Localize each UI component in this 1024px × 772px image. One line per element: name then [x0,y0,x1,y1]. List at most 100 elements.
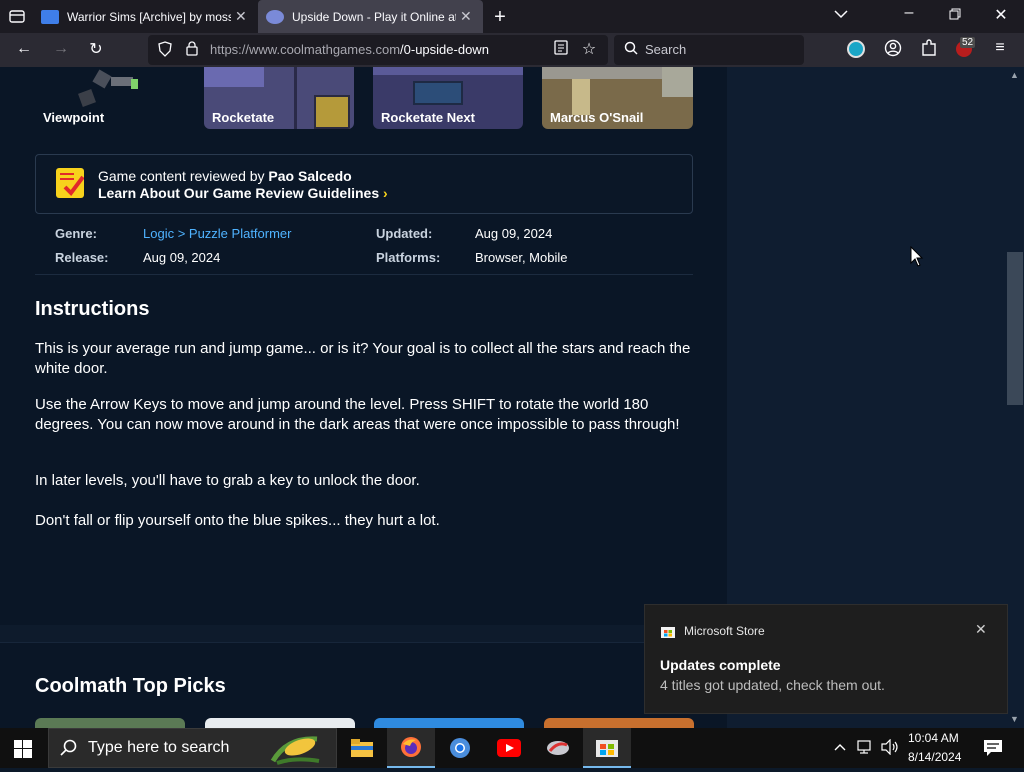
game-info-column: Viewpoint Rocketate Rocketate Next Marcu… [0,67,727,625]
platforms-label: Platforms: [376,250,441,265]
updated-label: Updated: [376,226,433,241]
thumb-art [413,81,463,105]
clock-date[interactable]: 8/14/2024 [908,750,961,764]
genre-link[interactable]: Logic > Puzzle Platformer [143,226,291,241]
microsoft-store-icon [596,740,618,757]
thumb-art [314,95,350,129]
hamburger-menu-icon[interactable]: ≡ [989,39,1011,57]
coolmath-favicon-icon [266,9,284,24]
scroll-up-arrow-icon[interactable]: ▲ [1010,70,1019,80]
instructions-paragraph: Use the Arrow Keys to move and jump arou… [35,396,680,433]
game-title: Rocketate [212,110,275,125]
genre-label: Genre: [55,226,97,241]
vpn-extension-icon[interactable] [847,40,865,58]
mouse-cursor-icon [910,246,924,267]
top-picks-section: Coolmath Top Picks [0,642,727,728]
scrollbar-thumb[interactable] [1007,252,1023,405]
tab-close-icon[interactable]: ✕ [235,8,247,25]
release-value: Aug 09, 2024 [143,250,221,265]
reader-view-icon[interactable] [550,40,572,60]
top-pick-card[interactable] [205,718,355,728]
top-pick-card[interactable] [35,718,185,728]
taskbar-firefox[interactable] [387,728,435,768]
url-path: /0-upside-down [400,42,489,57]
back-icon[interactable]: ← [13,40,35,58]
chevron-right-icon: › [383,185,388,201]
game-title: Marcus O'Snail [550,110,644,125]
game-card-viewpoint[interactable]: Viewpoint [35,67,185,129]
release-label: Release: [55,250,109,265]
list-all-tabs-chevron-icon[interactable] [830,6,852,24]
taskbar-app-game[interactable] [534,728,582,768]
reviewer-name[interactable]: Pao Salcedo [268,168,351,184]
tab-title: Warrior Sims [Archive] by moss [67,9,231,24]
account-icon[interactable] [882,39,904,62]
instructions-paragraph: In later levels, you'll have to grab a k… [35,472,420,489]
thumb-art [662,67,693,97]
chrome-icon [450,738,470,758]
top-pick-card[interactable] [544,718,694,728]
thumb-art [294,67,297,129]
taskbar-chrome[interactable] [436,728,484,768]
minimize-icon[interactable]: – [898,4,920,22]
search-icon [624,41,638,58]
review-checklist-icon [56,168,85,198]
url-text[interactable]: https://www.coolmathgames.com/0-upside-d… [210,42,489,57]
game-card-rocketate-next[interactable]: Rocketate Next [373,67,523,129]
reviewed-by-prefix: Game content reviewed by [98,168,269,184]
search-box[interactable]: Search [614,35,804,65]
store-notification[interactable]: Microsoft Store ✕ Updates complete 4 tit… [644,604,1008,714]
game-title: Viewpoint [43,110,105,125]
tracking-shield-icon[interactable] [154,41,176,62]
notification-title: Updates complete [660,657,781,673]
game-title: Rocketate Next [381,110,475,125]
forum-favicon-icon [41,9,59,24]
tab-close-icon[interactable]: ✕ [460,8,472,25]
viewpoint-art-icon [78,69,138,107]
review-guidelines-link[interactable]: Learn About Our Game Review Guidelines › [98,185,388,201]
thumb-art [204,67,264,87]
scroll-down-arrow-icon[interactable]: ▼ [1010,714,1019,724]
tab-warrior-sims[interactable]: Warrior Sims [Archive] by moss ✕ [33,0,257,33]
tab-list-icon[interactable] [6,8,28,29]
reviewed-by-text: Game content reviewed by Pao Salcedo [98,168,352,184]
top-pick-card[interactable] [374,718,524,728]
taskbar-search[interactable]: Type here to search [48,728,337,768]
divider [35,274,693,275]
volume-icon[interactable] [880,738,900,760]
extensions-puzzle-icon[interactable] [918,39,940,62]
notification-body: 4 titles got updated, check them out. [660,677,885,693]
review-guidelines-label: Learn About Our Game Review Guidelines [98,185,380,201]
new-tab-icon[interactable]: + [489,6,511,29]
folder-icon [351,739,373,757]
restore-icon[interactable] [944,7,966,25]
updated-value: Aug 09, 2024 [475,226,553,241]
firefox-icon [401,737,421,757]
taskbar-search-placeholder: Type here to search [88,739,230,756]
taskbar-youtube[interactable] [485,728,533,768]
show-hidden-icons-chevron-icon[interactable] [834,740,846,754]
content-review-box: Game content reviewed by Pao Salcedo Lea… [35,154,693,214]
game-card-rocketate[interactable]: Rocketate [204,67,354,129]
game-card-marcus-osnail[interactable]: Marcus O'Snail [542,67,693,129]
notification-app-name: Microsoft Store [684,624,765,638]
microsoft-store-icon [661,624,675,638]
tab-upside-down[interactable]: Upside Down - Play it Online at ✕ [258,0,483,33]
close-window-icon[interactable]: ✕ [990,5,1012,25]
bookmark-star-icon[interactable]: ☆ [578,39,600,59]
tab-title: Upside Down - Play it Online at [292,9,456,24]
search-icon [60,739,78,762]
forward-icon[interactable]: → [50,40,72,58]
close-icon[interactable]: ✕ [975,621,987,638]
instructions-heading: Instructions [35,298,150,320]
lock-icon[interactable] [181,41,203,61]
notifications-center-icon[interactable] [983,739,1003,762]
corn-search-highlight-icon [267,731,327,772]
windows-start-icon[interactable] [14,740,32,763]
taskbar-microsoft-store[interactable] [583,728,631,768]
thumb-art [373,67,523,75]
reload-icon[interactable]: ↻ [85,39,107,59]
clock-time[interactable]: 10:04 AM [908,731,959,745]
network-icon[interactable] [856,739,874,760]
taskbar-file-explorer[interactable] [338,728,386,768]
